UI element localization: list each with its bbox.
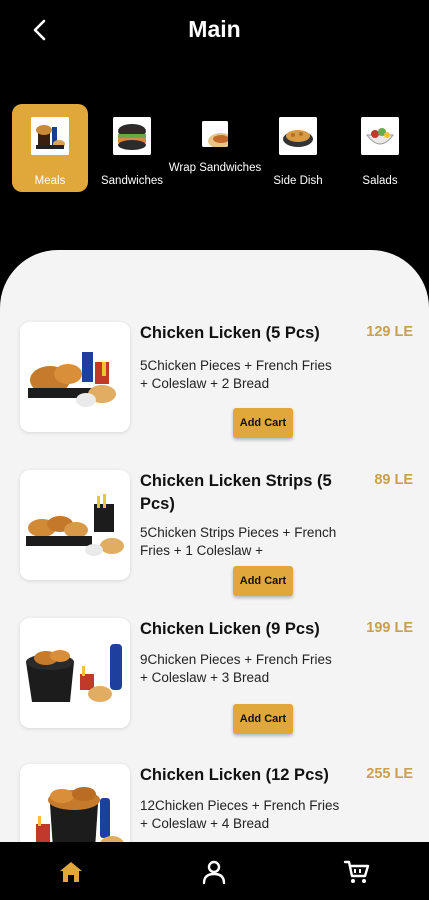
product-card: Chicken Licken (9 Pcs) 199 LE 9Chicken P… [0, 618, 429, 758]
product-price: 199 LE [366, 620, 413, 636]
product-card: Chicken Licken (12 Pcs) 255 LE 12Chicken… [0, 764, 429, 850]
user-icon [202, 860, 226, 885]
product-card: Chicken Licken (5 Pcs) 129 LE 5Chicken P… [0, 322, 429, 462]
category-bar: Meals Sandwiches Wrap Sandwiches Side Di… [0, 100, 429, 200]
category-sandwiches[interactable]: Sandwiches [94, 104, 170, 192]
product-description: 5Chicken Pieces + French Fries + Colesla… [140, 358, 332, 391]
product-image [20, 470, 130, 580]
add-cart-button[interactable]: Add Cart [233, 408, 293, 438]
add-cart-button[interactable]: Add Cart [233, 704, 293, 734]
product-name: Chicken Licken (9 Pcs) [140, 620, 320, 638]
nav-home[interactable] [57, 858, 85, 886]
top-bar: Main [0, 0, 429, 64]
product-image [20, 322, 130, 432]
product-description: 5Chicken Strips Pieces + French Fries + … [140, 525, 337, 558]
product-image [20, 764, 130, 850]
product-card: Chicken Licken Strips (5 Pcs) 89 LE 5Chi… [0, 470, 429, 610]
category-label: Sandwiches [100, 175, 163, 187]
product-description: 12Chicken Pieces + French Fries + Colesl… [140, 798, 340, 831]
salads-thumbnail [361, 117, 399, 155]
category-meals[interactable]: Meals [12, 104, 88, 192]
sandwiches-thumbnail [113, 117, 151, 155]
category-label: Salads [362, 175, 398, 187]
category-salads[interactable]: Salads [342, 104, 418, 192]
home-icon [60, 862, 82, 882]
category-side-dish[interactable]: Side Dish [260, 104, 336, 192]
bottom-nav [0, 842, 429, 900]
page-title: Main [188, 16, 241, 42]
product-list: Chicken Licken (5 Pcs) 129 LE 5Chicken P… [0, 250, 429, 850]
product-price: 89 LE [374, 472, 413, 488]
product-name: Chicken Licken (5 Pcs) [140, 324, 320, 342]
product-price: 129 LE [366, 324, 413, 340]
nav-profile[interactable] [200, 858, 228, 886]
product-image [20, 618, 130, 728]
product-name: Chicken Licken (12 Pcs) [140, 766, 329, 784]
product-description: 9Chicken Pieces + French Fries + Colesla… [140, 652, 332, 685]
meals-thumbnail [31, 117, 69, 155]
side-dish-thumbnail [279, 117, 317, 155]
add-cart-button[interactable]: Add Cart [233, 566, 293, 596]
cart-icon [343, 860, 370, 883]
category-label: Wrap Sandwiches [168, 162, 262, 174]
wrap-thumbnail [202, 121, 228, 147]
product-price: 255 LE [366, 766, 413, 782]
category-wrap-sandwiches[interactable]: Wrap Sandwiches [169, 104, 261, 192]
product-name: Chicken Licken Strips (5 Pcs) [140, 472, 332, 513]
nav-cart[interactable] [343, 858, 371, 886]
